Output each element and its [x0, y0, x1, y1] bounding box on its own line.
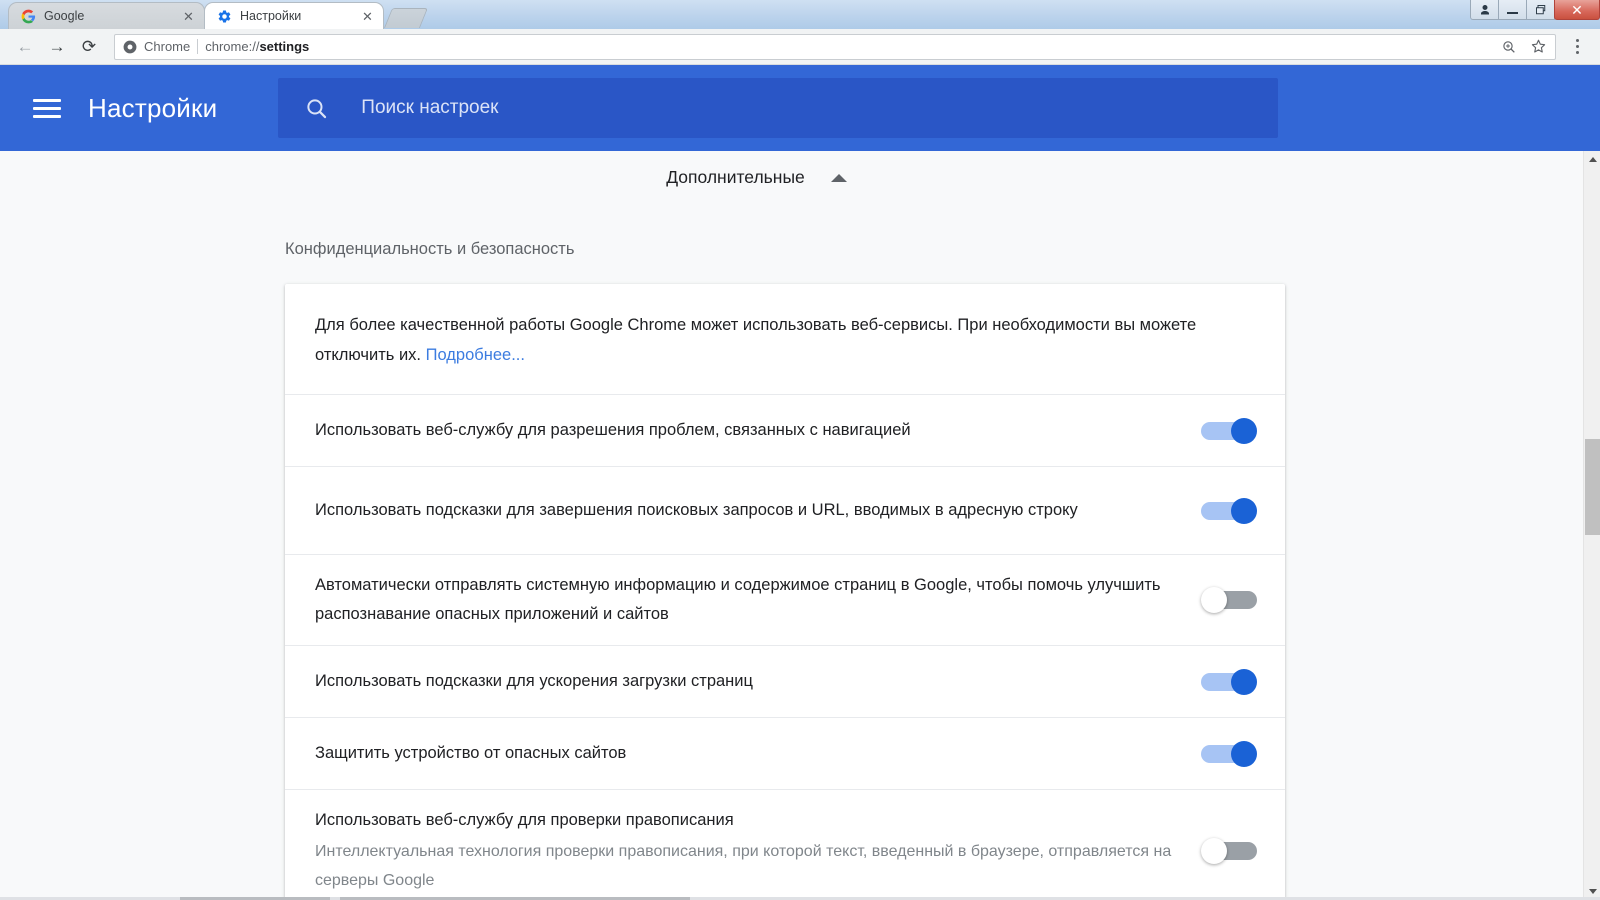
scroll-up-arrow-icon[interactable] [1584, 151, 1600, 168]
zoom-in-icon[interactable] [1501, 39, 1517, 55]
hamburger-line [33, 98, 61, 102]
restore-button[interactable] [1526, 0, 1555, 20]
reload-button[interactable]: ⟳ [74, 32, 104, 62]
close-icon: ✕ [1571, 1, 1583, 18]
toggle-search-suggestions[interactable] [1201, 497, 1257, 524]
address-bar[interactable]: Chrome chrome://settings [114, 33, 1556, 60]
vertical-scrollbar[interactable] [1583, 151, 1600, 900]
row-text: Использовать подсказки для завершения по… [315, 480, 1177, 541]
star-icon[interactable] [1530, 38, 1547, 55]
menu-dot [1575, 51, 1579, 54]
setting-label: Использовать подсказки для ускорения заг… [315, 672, 753, 690]
arrow-glyph [1588, 889, 1597, 894]
tab-title: Google [44, 9, 85, 23]
settings-scroll-container: Дополнительные Конфиденциальность и безо… [0, 151, 1583, 900]
search-icon [307, 98, 327, 118]
row-text: Автоматически отправлять системную инфор… [315, 555, 1177, 645]
hamburger-line [33, 114, 61, 118]
arrow-glyph [1588, 157, 1597, 162]
person-icon [1480, 4, 1489, 14]
scrollbar-thumb[interactable] [1585, 439, 1600, 535]
settings-gear-icon [218, 9, 231, 22]
table-row[interactable]: Защитить устройство от опасных сайтов [285, 717, 1285, 789]
toggle-safe-browsing[interactable] [1201, 740, 1257, 767]
setting-label: Автоматически отправлять системную инфор… [315, 576, 1161, 623]
toggle-send-system-info[interactable] [1201, 587, 1257, 613]
table-row[interactable]: Использовать подсказки для ускорения заг… [285, 645, 1285, 717]
learn-more-link[interactable]: Подробнее... [426, 346, 525, 364]
browser-tab-settings[interactable]: Настройки ✕ [204, 2, 384, 29]
setting-label: Использовать подсказки для завершения по… [315, 501, 1078, 519]
forward-button[interactable]: → [42, 32, 72, 62]
restore-icon [1535, 4, 1545, 14]
omnibox-separator [197, 39, 199, 54]
setting-label: Использовать веб-службу для проверки пра… [315, 811, 734, 829]
toggle-knob [1231, 668, 1257, 695]
table-row[interactable]: Использовать подсказки для завершения по… [285, 466, 1285, 554]
row-text: Использовать подсказки для ускорения заг… [315, 651, 1177, 712]
row-text: Защитить устройство от опасных сайтов [315, 723, 1177, 784]
setting-sublabel: Интеллектуальная технология проверки пра… [315, 843, 1172, 889]
omnibox-url: chrome://settings [205, 39, 309, 54]
tab-close-icon[interactable]: ✕ [181, 9, 196, 24]
google-g-icon [21, 9, 36, 23]
user-profile-button[interactable] [1470, 0, 1499, 20]
hamburger-menu-icon[interactable] [30, 91, 64, 125]
minimize-icon [1507, 11, 1518, 14]
tab-title: Настройки [240, 9, 302, 23]
title-bar: Google ✕ Настройки ✕ ✕ [0, 0, 1600, 29]
toggle-knob [1231, 497, 1257, 524]
setting-label: Использовать веб-службу для разрешения п… [315, 421, 911, 439]
privacy-settings-card: Для более качественной работы Google Chr… [285, 284, 1285, 900]
page-title: Настройки [88, 92, 218, 123]
toggle-prefetch-pages[interactable] [1201, 668, 1257, 695]
advanced-label: Дополнительные [666, 167, 805, 187]
privacy-section-title: Конфиденциальность и безопасность [285, 240, 575, 258]
omnibox-url-path: settings [259, 39, 310, 54]
minimize-button[interactable] [1498, 0, 1527, 20]
hamburger-line [33, 106, 61, 110]
three-dot-menu-icon[interactable] [1564, 32, 1590, 62]
omnibox-url-prefix: chrome:// [205, 39, 260, 54]
setting-label: Защитить устройство от опасных сайтов [315, 744, 627, 762]
toggle-knob [1201, 837, 1227, 864]
omnibox-scheme-label: Chrome [144, 39, 191, 54]
browser-tab-google[interactable]: Google ✕ [8, 2, 205, 29]
close-window-button[interactable]: ✕ [1554, 0, 1600, 20]
toggle-navigation-errors[interactable] [1201, 417, 1257, 444]
table-row[interactable]: Автоматически отправлять системную инфор… [285, 554, 1285, 645]
browser-toolbar: ← → ⟳ Chrome chrome://settings [0, 29, 1600, 65]
chrome-secure-icon [123, 40, 137, 53]
advanced-section-toggle[interactable]: Дополнительные [0, 151, 1583, 194]
row-text: Использовать веб-службу для разрешения п… [315, 400, 1177, 461]
row-text: Использовать веб-службу для проверки пра… [315, 790, 1177, 900]
settings-search-input[interactable]: Поиск настроек [278, 78, 1279, 138]
search-placeholder: Поиск настроек [361, 97, 499, 118]
toggle-knob [1231, 740, 1257, 767]
table-row[interactable]: Использовать веб-службу для разрешения п… [285, 394, 1285, 466]
chevron-up-icon[interactable] [830, 173, 847, 182]
browser-window: Google ✕ Настройки ✕ ✕ ← → ⟳ Chrome chro… [0, 0, 1600, 900]
toggle-knob [1201, 587, 1227, 613]
menu-dot [1575, 45, 1579, 48]
menu-dot [1575, 39, 1579, 42]
new-tab-button[interactable] [383, 8, 429, 28]
window-controls: ✕ [1470, 0, 1600, 21]
toggle-spellcheck-service[interactable] [1201, 837, 1257, 864]
settings-header: Настройки Поиск настроек [0, 65, 1600, 151]
tab-close-icon[interactable]: ✕ [360, 9, 375, 24]
privacy-intro-text: Для более качественной работы Google Chr… [285, 284, 1285, 394]
back-button[interactable]: ← [10, 32, 40, 62]
settings-content-area: Дополнительные Конфиденциальность и безо… [0, 151, 1600, 900]
toggle-knob [1231, 417, 1257, 444]
table-row[interactable]: Использовать веб-службу для проверки пра… [285, 789, 1285, 900]
